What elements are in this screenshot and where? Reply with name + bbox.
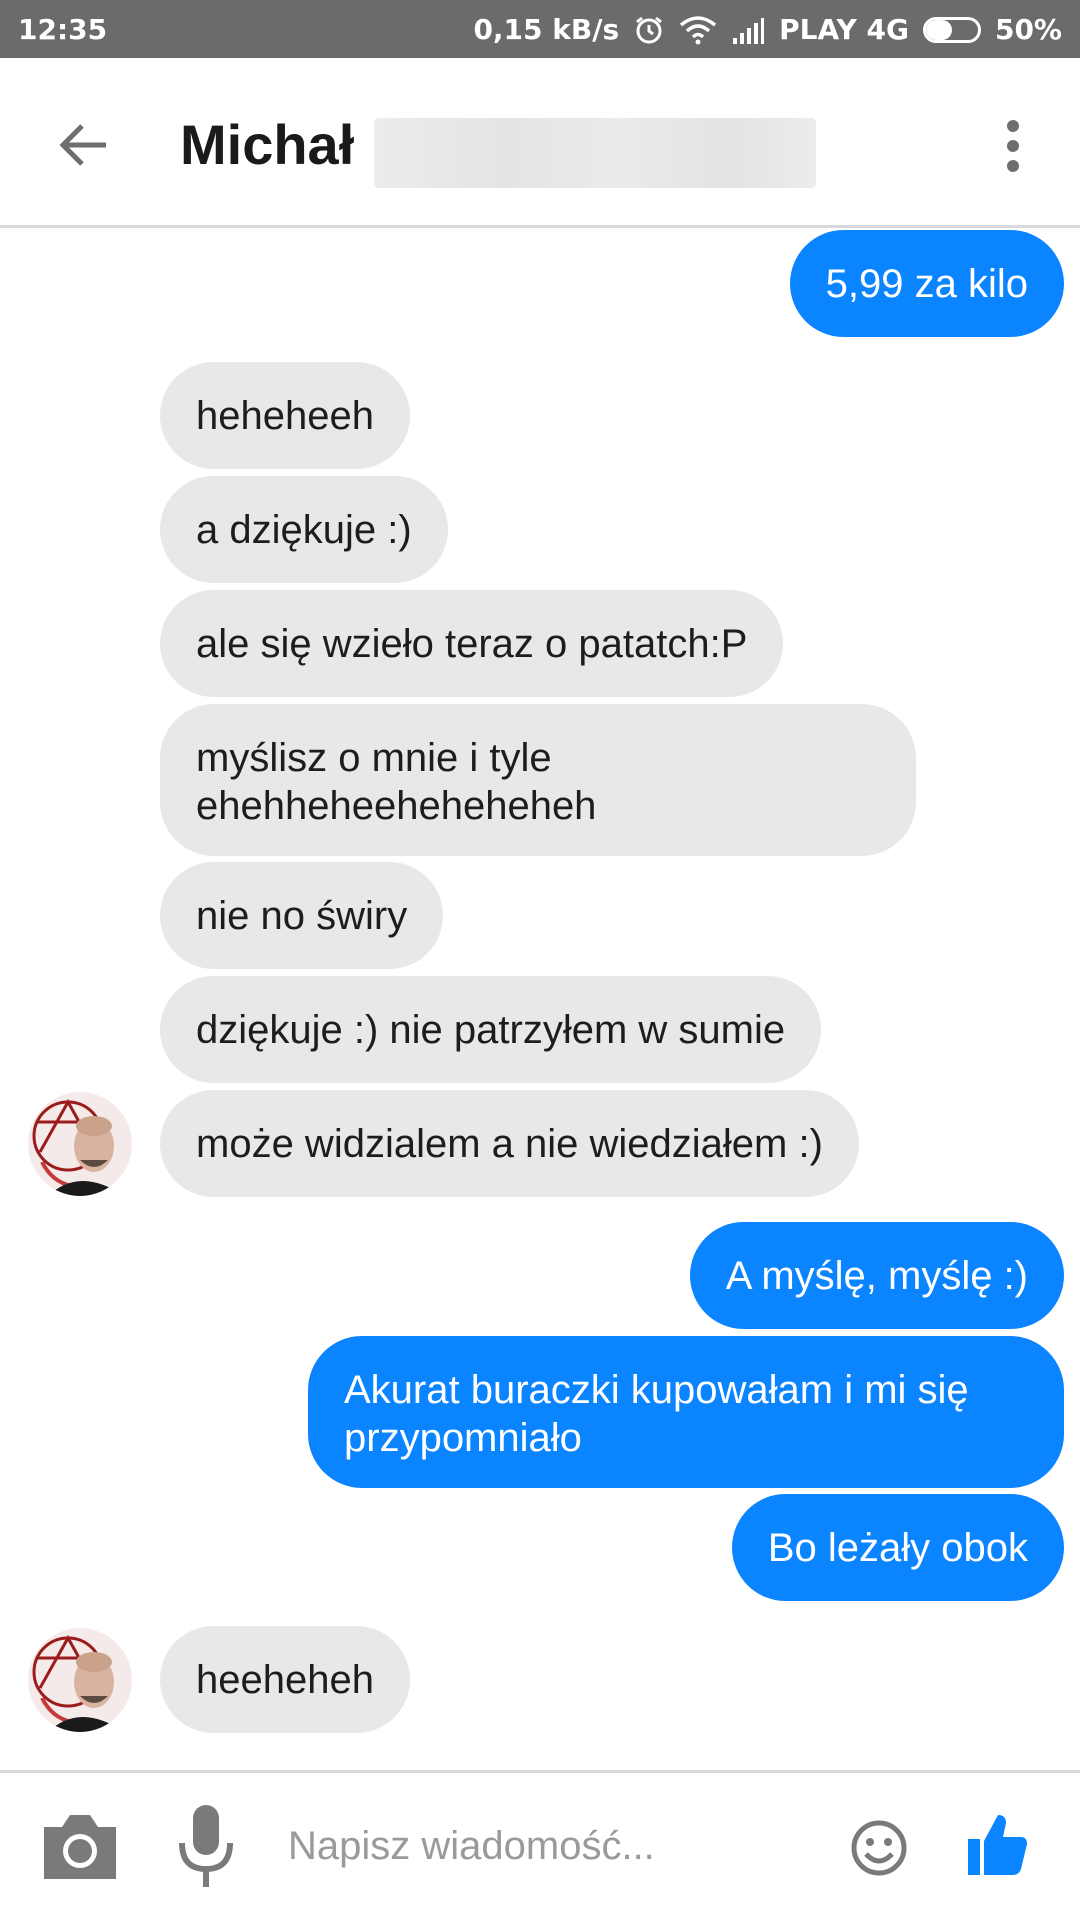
message-incoming[interactable]: a dziękuje :) <box>160 476 448 583</box>
message-composer <box>0 1770 1080 1920</box>
carrier-label: PLAY 4G <box>779 13 909 46</box>
message-incoming[interactable]: ale się wzieło teraz o patatch:P <box>160 590 784 697</box>
message-incoming[interactable]: dziękuje :) nie patrzyłem w sumie <box>160 976 822 1083</box>
message-outgoing[interactable]: A myślę, myślę :) <box>689 1222 1064 1329</box>
avatar[interactable] <box>28 1628 132 1732</box>
avatar[interactable] <box>28 1092 132 1196</box>
message-outgoing[interactable]: Bo leżały obok <box>731 1494 1064 1601</box>
message-incoming[interactable]: nie no świry <box>160 862 444 969</box>
camera-icon[interactable] <box>40 1809 120 1883</box>
battery-fill <box>925 19 952 40</box>
status-bar: 12:35 0,15 kB/s PLAY 4G 50% <box>0 0 1080 58</box>
back-arrow-icon[interactable] <box>54 115 114 175</box>
battery-icon <box>922 16 981 43</box>
emoji-icon[interactable] <box>850 1819 908 1877</box>
network-speed: 0,15 kB/s <box>473 13 620 46</box>
wifi-icon <box>679 15 717 45</box>
status-time: 12:35 <box>18 13 108 46</box>
message-incoming[interactable]: heheheeh <box>160 362 410 469</box>
message-incoming[interactable]: może widzialem a nie wiedziałem :) <box>160 1090 859 1197</box>
alarm-icon <box>633 14 665 46</box>
contact-name[interactable]: Michał <box>180 112 354 177</box>
redacted-surname <box>374 118 816 188</box>
message-outgoing[interactable]: Akurat buraczki kupowałam i mi się przyp… <box>308 1336 1064 1488</box>
more-vert-icon[interactable] <box>998 116 1028 176</box>
message-outgoing[interactable]: 5,99 za kilo <box>789 230 1064 337</box>
microphone-icon[interactable] <box>176 1803 236 1889</box>
status-right-group: 0,15 kB/s PLAY 4G 50% <box>473 13 1062 46</box>
message-input[interactable] <box>288 1813 808 1879</box>
thumbs-up-icon[interactable] <box>966 1811 1028 1877</box>
conversation-header: Michał <box>0 58 1080 228</box>
signal-icon <box>731 16 765 44</box>
message-incoming[interactable]: heeheheh <box>160 1626 410 1733</box>
message-incoming[interactable]: myślisz o mnie i tyle ehehheheeheheheheh <box>160 704 916 856</box>
battery-percent: 50% <box>994 13 1062 46</box>
